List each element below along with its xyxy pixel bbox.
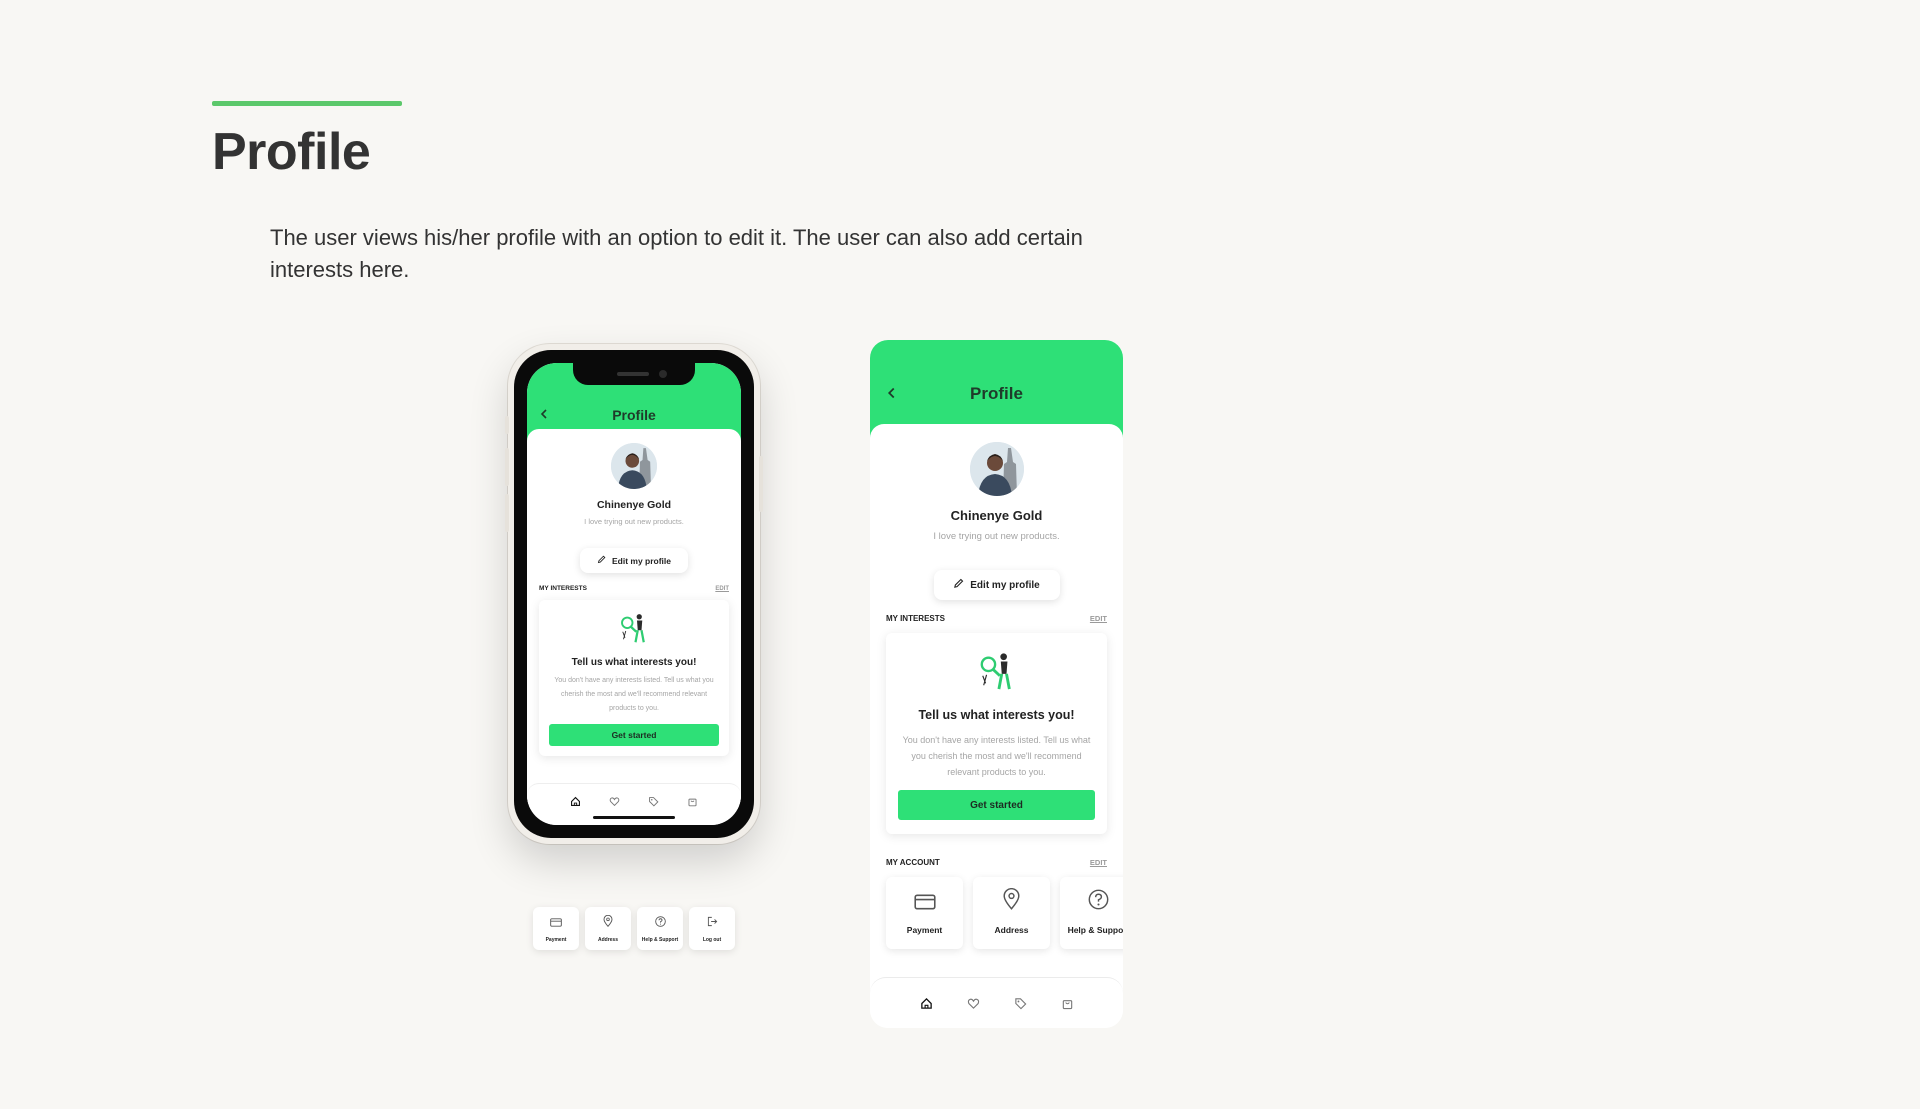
- edit-profile-button[interactable]: Edit my profile: [933, 570, 1060, 600]
- app-title: Profile: [970, 384, 1023, 403]
- log-out-icon: [707, 914, 718, 932]
- interests-illustration-icon: [978, 653, 1016, 695]
- avatar: [969, 442, 1024, 496]
- user-name: Chinenye Gold: [950, 508, 1043, 523]
- pencil-icon: [953, 578, 964, 592]
- home-indicator: [593, 816, 675, 819]
- account-tiles: Payment Address Help & Support: [886, 877, 1123, 949]
- profile-sheet: Chinenye Gold I love trying out new prod…: [870, 424, 1123, 949]
- interests-card-title: Tell us what interests you!: [571, 657, 697, 668]
- interests-card: Tell us what interests you! You don't ha…: [539, 600, 729, 756]
- title-accent-line: [212, 101, 402, 106]
- interests-edit-link[interactable]: EDIT: [1090, 614, 1107, 623]
- account-edit-link[interactable]: EDIT: [1090, 858, 1107, 867]
- interests-card-body: You don't have any interests listed. Tel…: [902, 735, 1091, 777]
- profile-sheet: Chinenye Gold I love trying out new prod…: [527, 429, 741, 809]
- help-tile[interactable]: Help & Support: [1060, 877, 1123, 949]
- payment-tile[interactable]: Payment: [533, 907, 579, 950]
- user-bio: I love trying out new products.: [584, 517, 684, 526]
- page-description: The user views his/her profile with an o…: [270, 225, 1083, 282]
- tag-icon[interactable]: [648, 796, 659, 807]
- heart-icon[interactable]: [609, 796, 620, 807]
- phone-notch: [573, 363, 695, 385]
- interests-section-title: MY INTERESTS: [886, 614, 945, 623]
- user-name: Chinenye Gold: [596, 499, 672, 511]
- credit-card-icon: [913, 894, 936, 915]
- mini-account-tiles: Payment Address Help & Support Log out: [533, 907, 735, 950]
- page-title: Profile: [212, 123, 371, 181]
- heart-icon[interactable]: [967, 997, 980, 1010]
- home-icon[interactable]: [570, 796, 581, 807]
- phone-mockup: Profile Chinenye Gold I love trying out …: [505, 344, 763, 844]
- app-title: Profile: [612, 407, 656, 423]
- bottom-nav: [870, 977, 1123, 1028]
- account-section-title: MY ACCOUNT: [886, 858, 940, 867]
- edit-profile-label: Edit my profile: [970, 579, 1040, 591]
- interests-edit-link[interactable]: EDIT: [715, 586, 729, 592]
- edit-profile-button[interactable]: Edit my profile: [580, 548, 688, 573]
- interests-section-title: MY INTERESTS: [539, 585, 587, 592]
- tag-icon[interactable]: [1014, 997, 1027, 1010]
- logout-label: Log out: [702, 937, 722, 943]
- address-label: Address: [994, 925, 1029, 935]
- help-circle-icon: [1088, 889, 1109, 915]
- logout-tile[interactable]: Log out: [689, 907, 735, 950]
- home-icon[interactable]: [920, 997, 933, 1010]
- edit-profile-label: Edit my profile: [611, 555, 672, 566]
- help-label: Help & Support: [641, 937, 679, 943]
- profile-screen-flat: Profile Chinenye Gold I love trying out …: [870, 340, 1123, 1028]
- map-pin-icon: [603, 914, 613, 932]
- payment-label: Payment: [545, 937, 567, 943]
- interests-card-title: Tell us what interests you!: [918, 708, 1075, 722]
- help-label: Help & Support: [1067, 925, 1123, 935]
- interests-card: Tell us what interests you! You don't ha…: [886, 633, 1107, 834]
- map-pin-icon: [1003, 888, 1020, 915]
- payment-tile[interactable]: Payment: [886, 877, 963, 949]
- help-circle-icon: [654, 914, 666, 932]
- credit-card-icon: [550, 914, 562, 932]
- avatar: [611, 443, 657, 489]
- address-tile[interactable]: Address: [585, 907, 631, 950]
- address-label: Address: [597, 937, 618, 943]
- payment-label: Payment: [906, 925, 943, 935]
- interests-card-body: You don't have any interests listed. Tel…: [554, 677, 714, 712]
- get-started-button[interactable]: Get started: [898, 790, 1095, 820]
- phone-screen: Profile Chinenye Gold I love trying out …: [527, 363, 741, 825]
- bag-icon[interactable]: [1061, 997, 1074, 1010]
- address-tile[interactable]: Address: [973, 877, 1050, 949]
- pencil-icon: [597, 555, 606, 566]
- get-started-button[interactable]: Get started: [549, 724, 719, 746]
- interests-illustration-icon: [619, 614, 649, 648]
- user-bio: I love trying out new products.: [933, 531, 1060, 542]
- help-tile[interactable]: Help & Support: [637, 907, 683, 950]
- bag-icon[interactable]: [687, 796, 698, 807]
